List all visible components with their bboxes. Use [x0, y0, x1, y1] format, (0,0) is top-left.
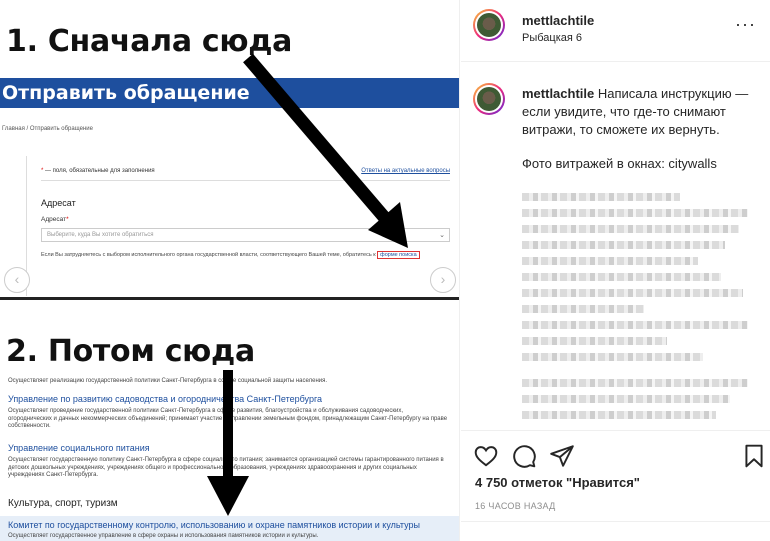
post-header: mettlachtile Рыбацкая 6 ···: [461, 0, 770, 62]
caption: mettlachtile Написала инструкцию — если …: [461, 63, 770, 430]
post-sidebar: mettlachtile Рыбацкая 6 ··· mettlachtile…: [461, 0, 770, 541]
list-text: Осуществляет государственное управление …: [8, 533, 319, 539]
hint-text: Если Вы затрудняетесь с выбором исполнит…: [41, 251, 420, 259]
share-icon[interactable]: [549, 443, 575, 469]
section-title: Адресат: [41, 198, 76, 208]
chevron-down-icon: ⌄: [439, 232, 445, 239]
search-form-link: форме поиска: [377, 251, 420, 259]
heart-icon[interactable]: [473, 443, 499, 469]
arrow-1: [243, 53, 408, 248]
category-title: Культура, спорт, туризм: [8, 498, 118, 509]
caption-text: mettlachtile Написала инструкцию — если …: [522, 85, 758, 173]
more-options-icon[interactable]: ···: [735, 14, 756, 35]
bookmark-icon[interactable]: [741, 443, 767, 469]
username-link[interactable]: mettlachtile: [522, 13, 594, 28]
blurred-caption-2: [522, 379, 748, 427]
list-heading: Комитет по государственному контролю, ис…: [8, 520, 420, 530]
comment-input-row[interactable]: [461, 521, 770, 541]
blurred-caption-1: [522, 193, 748, 369]
location-link[interactable]: Рыбацкая 6: [522, 32, 582, 44]
post-image[interactable]: 1. Сначала сюда Отправить обращение Глав…: [0, 0, 460, 541]
post-timestamp[interactable]: 16 ЧАСОВ НАЗАД: [475, 501, 556, 511]
avatar[interactable]: [473, 83, 505, 115]
photo-credit: Фото витражей в окнах: citywalls: [522, 156, 717, 171]
caption-username[interactable]: mettlachtile: [522, 86, 594, 101]
required-note: * — поля, обязательные для заполнения: [41, 168, 155, 174]
step2-title: 2. Потом сюда: [6, 334, 255, 369]
comment-icon[interactable]: [511, 443, 537, 469]
post-actions: 4 750 отметок "Нравится" 16 ЧАСОВ НАЗАД: [461, 430, 770, 541]
arrow-2: [207, 370, 249, 516]
likes-count[interactable]: 4 750 отметок "Нравится": [475, 475, 640, 490]
field-label: Адресат*: [41, 216, 69, 223]
carousel-prev-button[interactable]: ‹: [4, 267, 30, 293]
avatar[interactable]: [473, 9, 505, 41]
carousel-next-button[interactable]: ›: [430, 267, 456, 293]
